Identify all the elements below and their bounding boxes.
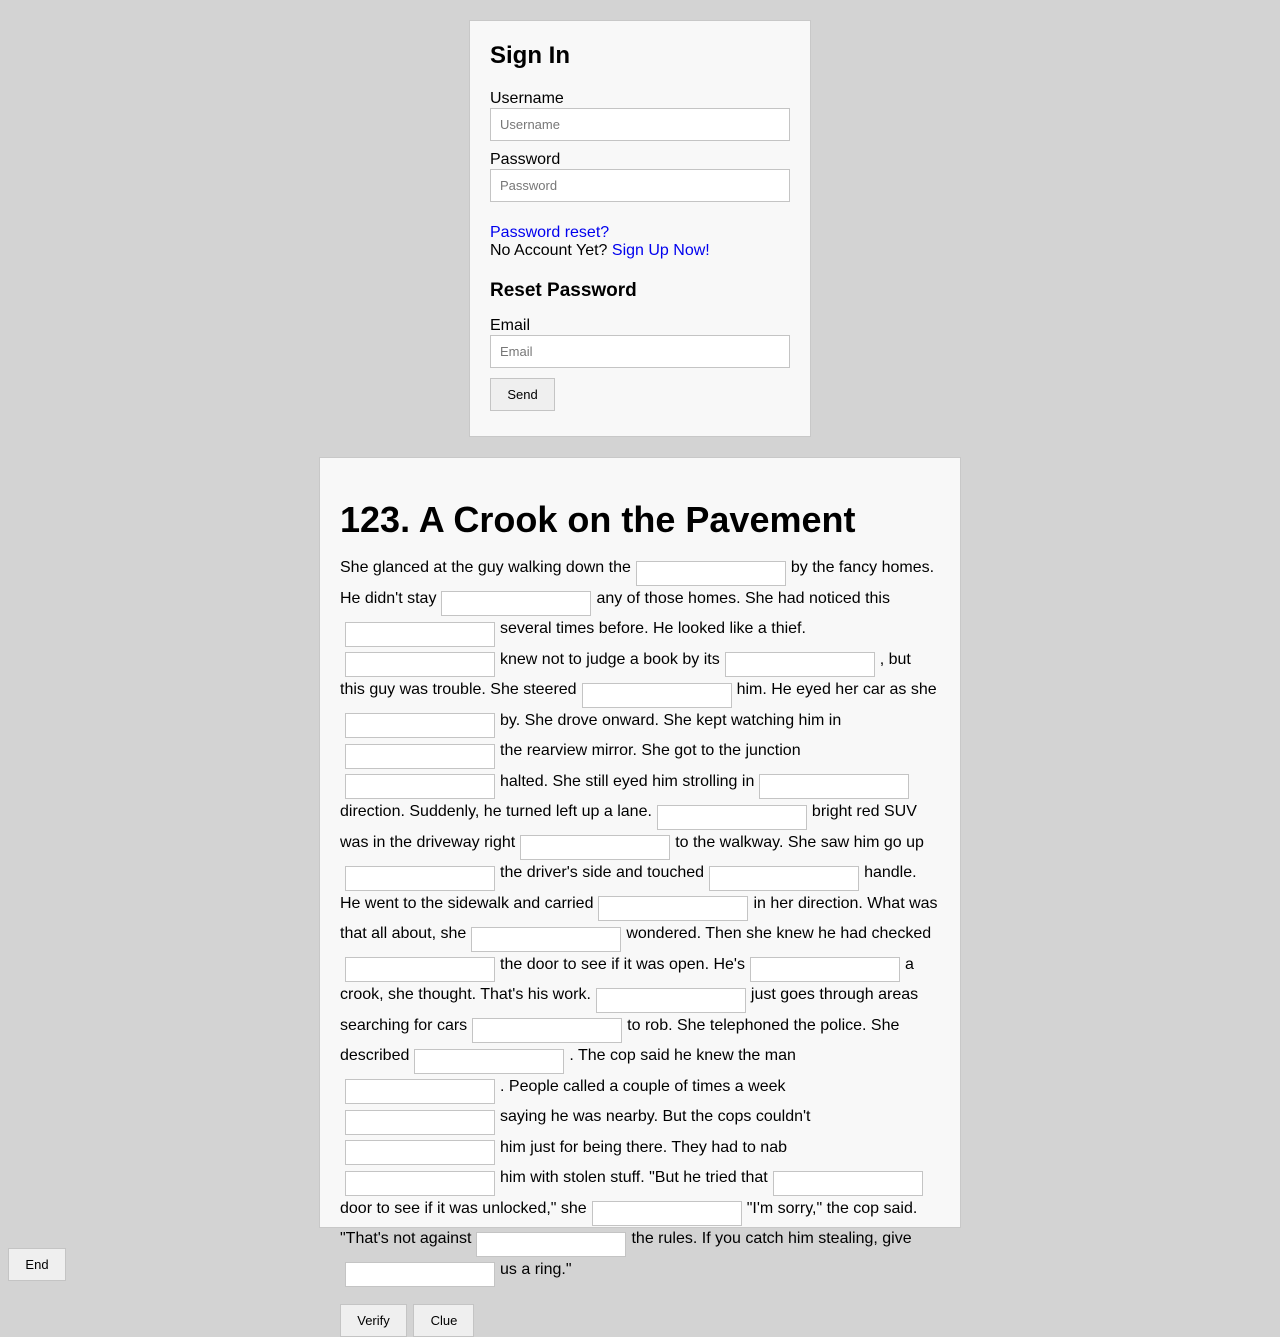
blank-input[interactable] bbox=[345, 1140, 495, 1165]
story-text-segment: direction. Suddenly, he turned left up a… bbox=[340, 803, 652, 820]
blank-input[interactable] bbox=[759, 774, 910, 799]
story-text-segment: by. She drove onward. She kept watching … bbox=[500, 711, 842, 729]
blank-input[interactable] bbox=[709, 865, 860, 891]
story-text-segment: wondered. Then she knew he had checked bbox=[626, 925, 932, 942]
no-account-text: No Account Yet? bbox=[490, 242, 608, 259]
blank-input[interactable] bbox=[345, 774, 495, 799]
blank-input[interactable] bbox=[724, 652, 875, 677]
end-button[interactable]: End bbox=[8, 1248, 66, 1281]
blank-input[interactable] bbox=[520, 835, 671, 860]
story-text-segment: him just for being there. They had to na… bbox=[500, 1138, 787, 1156]
blank-input[interactable] bbox=[345, 1109, 495, 1135]
sign-up-link[interactable]: Sign Up Now! bbox=[612, 242, 710, 259]
blank-input[interactable] bbox=[345, 1079, 495, 1104]
blank-input[interactable] bbox=[345, 1170, 495, 1196]
story-panel: 123. A Crook on the Pavement She glanced… bbox=[319, 457, 961, 1337]
story-text-segment: knew not to judge a book by its bbox=[500, 650, 720, 668]
story-text-segment: any of those homes. She had noticed this bbox=[596, 589, 890, 607]
story-text-segment: halted. She still eyed him strolling in bbox=[500, 772, 755, 790]
blank-input[interactable] bbox=[772, 1170, 923, 1196]
username-input[interactable] bbox=[490, 108, 790, 141]
blank-input[interactable] bbox=[345, 1262, 495, 1287]
password-label: Password bbox=[490, 151, 561, 168]
story-text-segment: the driver's side and touched bbox=[500, 864, 705, 881]
story-text-segment: us a ring." bbox=[500, 1260, 572, 1278]
story-title: 123. A Crook on the Pavement bbox=[340, 499, 856, 540]
blank-input[interactable] bbox=[345, 652, 495, 677]
story-text-segment: him. He eyed her car as she bbox=[736, 681, 937, 698]
story-text-segment: him with stolen stuff. "But he tried tha… bbox=[500, 1169, 768, 1186]
blank-input[interactable] bbox=[749, 957, 900, 982]
story-text-segment: the rearview mirror. She got to the junc… bbox=[500, 742, 801, 759]
blank-input[interactable] bbox=[598, 896, 749, 921]
blank-input[interactable] bbox=[345, 713, 495, 738]
email-input[interactable] bbox=[490, 335, 790, 368]
story-text-segment: several times before. He looked like a t… bbox=[500, 620, 806, 637]
password-reset-link[interactable]: Password reset? bbox=[490, 224, 790, 242]
blank-input[interactable] bbox=[656, 804, 807, 830]
sign-in-panel: Sign In Username Password Password reset… bbox=[469, 20, 811, 437]
blank-input[interactable] bbox=[471, 926, 622, 952]
story-text-segment: the door to see if it was open. He's bbox=[500, 955, 745, 973]
blank-input[interactable] bbox=[581, 682, 732, 708]
story-text-segment: door to see if it was unlocked," she bbox=[340, 1199, 587, 1217]
blank-input[interactable] bbox=[345, 621, 495, 647]
story-text-segment: saying he was nearby. But the cops could… bbox=[500, 1108, 811, 1125]
verify-button[interactable]: Verify bbox=[340, 1304, 407, 1337]
password-input[interactable] bbox=[490, 169, 790, 202]
blank-input[interactable] bbox=[345, 743, 495, 769]
story-text-segment: . People called a couple of times a week bbox=[500, 1077, 786, 1095]
story-text-segment: She glanced at the guy walking down the bbox=[340, 559, 631, 576]
blank-input[interactable] bbox=[595, 987, 746, 1013]
blank-input[interactable] bbox=[591, 1201, 742, 1226]
blank-input[interactable] bbox=[345, 865, 495, 891]
blank-input[interactable] bbox=[441, 591, 592, 616]
sign-in-title: Sign In bbox=[490, 42, 570, 69]
send-button[interactable]: Send bbox=[490, 378, 555, 411]
story-actions: Verify Clue bbox=[340, 1304, 940, 1337]
story-text-segment: to the walkway. She saw him go up bbox=[675, 833, 924, 851]
story-text-segment: . The cop said he knew the man bbox=[569, 1047, 796, 1064]
blank-input[interactable] bbox=[635, 560, 786, 586]
username-label: Username bbox=[490, 90, 564, 107]
email-label: Email bbox=[490, 317, 531, 334]
blank-input[interactable] bbox=[414, 1048, 565, 1074]
signup-line: No Account Yet? Sign Up Now! bbox=[490, 242, 790, 260]
blank-input[interactable] bbox=[476, 1231, 627, 1257]
clue-button[interactable]: Clue bbox=[413, 1304, 475, 1337]
blank-input[interactable] bbox=[345, 957, 495, 982]
story-text: She glanced at the guy walking down the b… bbox=[340, 555, 940, 1287]
reset-password-title: Reset Password bbox=[490, 280, 637, 301]
story-text-segment: the rules. If you catch him stealing, gi… bbox=[631, 1230, 912, 1247]
blank-input[interactable] bbox=[472, 1018, 623, 1043]
